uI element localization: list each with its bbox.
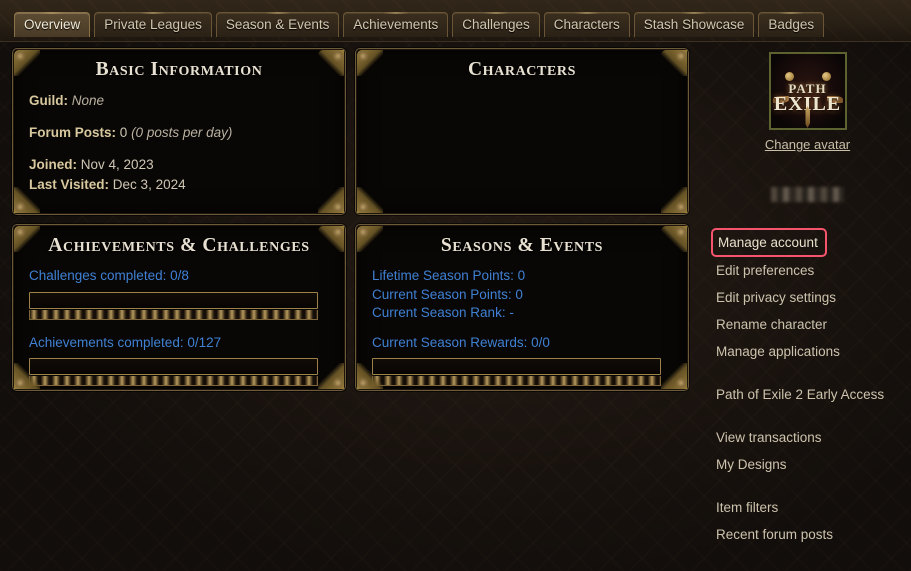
tab-season-and-events[interactable]: Season & Events (215, 12, 340, 37)
sidebar-item-manage-applications[interactable]: Manage applications (716, 338, 911, 365)
challenges-completed-link[interactable]: Challenges completed: 0/8 (29, 267, 329, 286)
tab-achievements[interactable]: Achievements (343, 12, 449, 37)
lifetime-season-points-link[interactable]: Lifetime Season Points: 0 (372, 267, 672, 286)
guild-value: None (71, 93, 105, 108)
progress-ornament-icon (372, 376, 661, 386)
achievements-completed-link[interactable]: Achievements completed: 0/127 (29, 334, 329, 353)
progress-ornament-icon (29, 376, 318, 386)
sidebar-item-edit-preferences[interactable]: Edit preferences (716, 257, 911, 284)
panel-title: Achievements & Challenges (48, 235, 310, 256)
current-season-points-link[interactable]: Current Season Points: 0 (372, 286, 672, 305)
forum-posts-rate: (0 posts per day) (131, 125, 233, 140)
guild-row: Guild: None (29, 91, 329, 111)
tab-overview[interactable]: Overview (14, 12, 91, 37)
sidebar-item-poe2-early-access[interactable]: Path of Exile 2 Early Access (716, 381, 911, 408)
sidebar-item-rename-character[interactable]: Rename character (716, 311, 911, 338)
account-id-redacted (771, 187, 844, 202)
panel-row-top: Basic Information Guild: None Forum Post… (12, 48, 696, 215)
account-overview-page: Overview Private Leagues Season & Events… (0, 0, 911, 571)
joined-value: Nov 4, 2023 (80, 157, 154, 172)
change-avatar-link[interactable]: Change avatar (765, 137, 850, 152)
joined-label: Joined: (29, 157, 78, 172)
progress-track (29, 291, 318, 309)
sidebar-item-item-filters[interactable]: Item filters (716, 494, 911, 521)
account-tab-bar: Overview Private Leagues Season & Events… (0, 0, 911, 42)
achievements-progress-bar (29, 358, 318, 386)
forum-posts-row: Forum Posts: 0 (0 posts per day) (29, 123, 329, 143)
account-name-redacted (729, 164, 887, 181)
panel-title: Seasons & Events (440, 235, 604, 256)
corner-ornament-icon (661, 187, 687, 213)
tab-challenges[interactable]: Challenges (452, 12, 540, 37)
avatar[interactable]: PATH EXILE (768, 52, 847, 130)
logo-gem-left-icon (784, 72, 794, 81)
panels-grid: Basic Information Guild: None Forum Post… (12, 48, 696, 400)
panel-achievements-challenges: Achievements & Challenges Challenges com… (12, 224, 346, 391)
last-visited-label: Last Visited: (29, 177, 110, 192)
account-sidebar: PATH EXILE Change avatar Manage account … (706, 42, 911, 571)
progress-ornament-icon (29, 309, 318, 320)
page-content: Basic Information Guild: None Forum Post… (0, 42, 911, 571)
tab-badges[interactable]: Badges (758, 12, 825, 37)
season-rewards-progress-bar (372, 358, 661, 386)
forum-posts-value: 0 (119, 125, 128, 140)
forum-posts-label: Forum Posts: (29, 125, 117, 140)
sidebar-item-my-designs[interactable]: My Designs (716, 451, 911, 478)
progress-track (372, 358, 661, 375)
panel-row-bottom: Achievements & Challenges Challenges com… (12, 224, 696, 391)
corner-ornament-icon (357, 187, 383, 213)
panel-characters: Characters (355, 48, 689, 215)
sidebar-item-recent-forum-posts[interactable]: Recent forum posts (716, 521, 911, 548)
challenges-progress-bar (29, 291, 318, 320)
joined-row: Joined: Nov 4, 2023 (29, 155, 329, 175)
current-season-rank-link[interactable]: Current Season Rank: - (372, 304, 672, 323)
progress-track (29, 358, 318, 375)
tab-private-leagues[interactable]: Private Leagues (94, 12, 212, 37)
last-visited-value: Dec 3, 2024 (112, 177, 186, 192)
panel-basic-information: Basic Information Guild: None Forum Post… (12, 48, 346, 215)
guild-label: Guild: (29, 93, 68, 108)
sidebar-menu: Manage account Edit preferences Edit pri… (711, 228, 911, 548)
tab-stash-showcase[interactable]: Stash Showcase (633, 12, 755, 37)
corner-ornament-icon (318, 363, 344, 389)
sidebar-item-manage-account[interactable]: Manage account (711, 228, 827, 257)
last-visited-row: Last Visited: Dec 3, 2024 (29, 175, 329, 195)
panel-title: Characters (468, 59, 576, 80)
current-season-rewards-link[interactable]: Current Season Rewards: 0/0 (372, 334, 672, 353)
logo-gem-right-icon (821, 72, 831, 81)
sidebar-item-view-transactions[interactable]: View transactions (716, 424, 911, 451)
corner-ornament-icon (661, 363, 687, 389)
sidebar-item-edit-privacy-settings[interactable]: Edit privacy settings (716, 284, 911, 311)
avatar-block: PATH EXILE Change avatar (716, 52, 911, 202)
panel-title: Basic Information (95, 59, 263, 80)
panel-seasons-events: Seasons & Events Lifetime Season Points:… (355, 224, 689, 391)
tab-characters[interactable]: Characters (543, 12, 630, 37)
